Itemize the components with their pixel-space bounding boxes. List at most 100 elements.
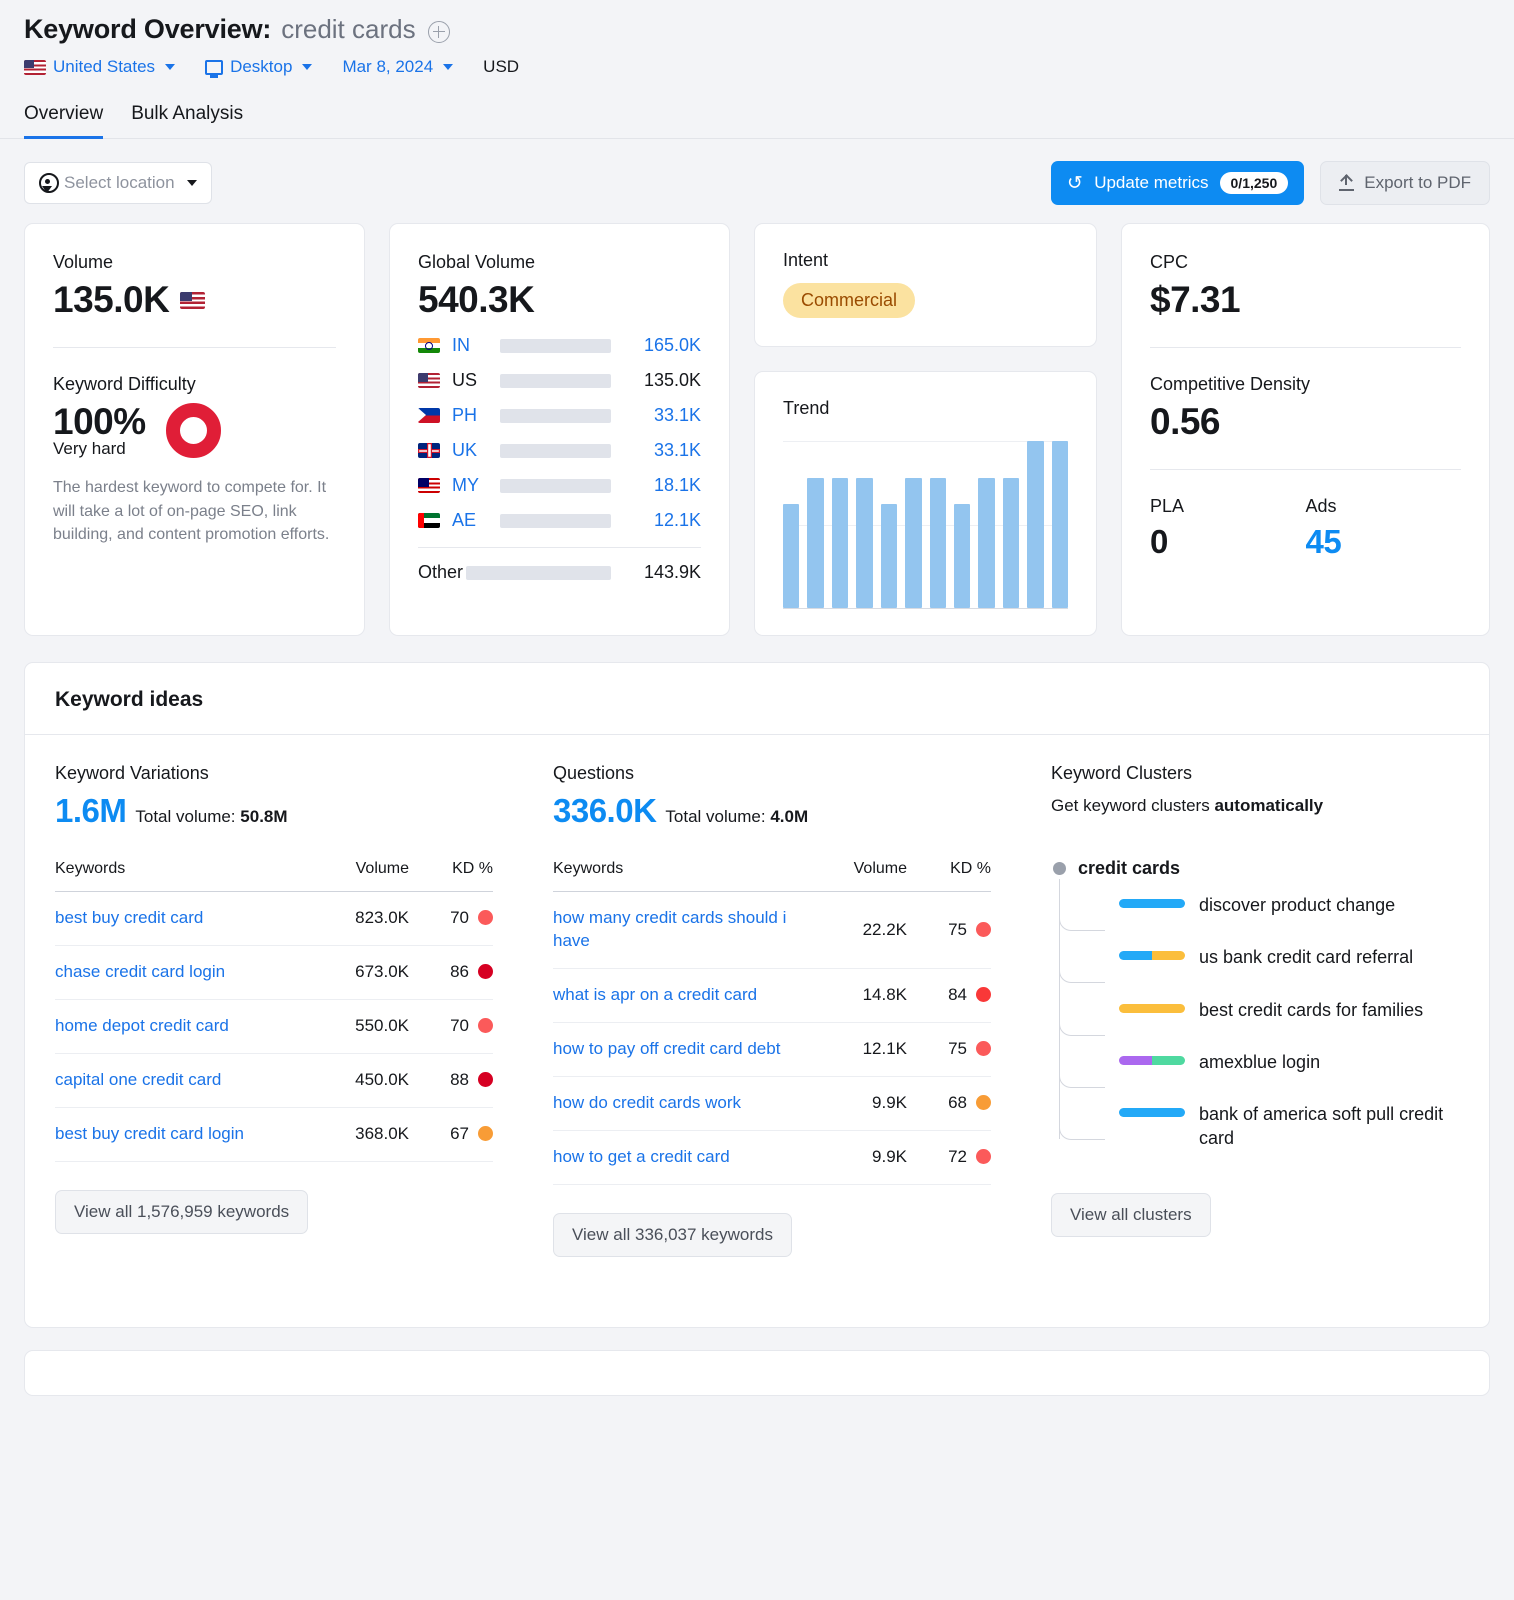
cluster-item[interactable]: us bank credit card referral	[1119, 931, 1459, 983]
keyword-link[interactable]: how to get a credit card	[553, 1147, 730, 1166]
kd-indicator-dot	[478, 910, 493, 925]
country-code: UK	[452, 440, 488, 461]
cluster-label: discover product change	[1199, 893, 1395, 917]
keyword-link[interactable]: capital one credit card	[55, 1070, 221, 1089]
keyword-link[interactable]: best buy credit card	[55, 908, 203, 927]
difficulty-donut-icon	[166, 403, 221, 458]
pla-value: 0	[1150, 523, 1306, 561]
volume-bar-track	[500, 374, 611, 388]
cell-keyword: capital one credit card	[55, 1053, 305, 1107]
cluster-item[interactable]: best credit cards for families	[1119, 984, 1459, 1036]
tab-bar: Overview Bulk Analysis	[24, 103, 1490, 139]
keyword-variations-count-row: 1.6M Total volume: 50.8M	[55, 792, 493, 830]
competitive-density-value: 0.56	[1150, 401, 1461, 443]
volume-label: Volume	[53, 252, 336, 273]
update-metrics-count: 0/1,250	[1220, 172, 1289, 194]
toolbar: Select location ↻ Update metrics 0/1,250…	[0, 139, 1514, 205]
keyword-difficulty-description: The hardest keyword to compete for. It w…	[53, 476, 336, 547]
cell-volume: 823.0K	[305, 892, 409, 946]
plus-circle-icon[interactable]	[428, 21, 450, 43]
keyword-link[interactable]: home depot credit card	[55, 1016, 229, 1035]
date-filter-label: Mar 8, 2024	[342, 57, 433, 77]
country-code: US	[452, 370, 488, 391]
cluster-root-dot-icon	[1053, 862, 1066, 875]
tree-elbow	[1059, 957, 1105, 983]
global-volume-value: 540.3K	[418, 279, 701, 321]
tree-elbow	[1059, 1062, 1105, 1088]
page-title-prefix: Keyword Overview:	[24, 14, 271, 45]
cell-keyword: best buy credit card	[55, 892, 305, 946]
cluster-item[interactable]: amexblue login	[1119, 1036, 1459, 1088]
keyword-ideas-heading: Keyword ideas	[25, 663, 1489, 735]
export-to-pdf-button[interactable]: Export to PDF	[1320, 161, 1490, 205]
cluster-label: best credit cards for families	[1199, 998, 1423, 1022]
column-volume: Volume	[305, 860, 409, 892]
view-all-questions-button[interactable]: View all 336,037 keywords	[553, 1213, 792, 1257]
table-row: how many credit cards should i have22.2K…	[553, 892, 991, 969]
my-flag-icon	[418, 478, 440, 493]
total-volume-value: 4.0M	[770, 807, 808, 826]
keyword-clusters-title: Keyword Clusters	[1051, 763, 1459, 784]
trend-chart	[783, 441, 1068, 609]
questions-section: Questions 336.0K Total volume: 4.0M Keyw…	[523, 735, 1021, 1257]
cell-kd: 88	[409, 1053, 493, 1107]
date-filter[interactable]: Mar 8, 2024	[342, 57, 453, 77]
tab-bulk-analysis[interactable]: Bulk Analysis	[131, 103, 243, 139]
page-title-keyword: credit cards	[281, 14, 415, 45]
tree-elbow	[1059, 905, 1105, 931]
keyword-variations-total: Total volume: 50.8M	[135, 807, 287, 827]
trend-bar	[1052, 441, 1068, 608]
keyword-link[interactable]: best buy credit card login	[55, 1124, 244, 1143]
trend-bars	[783, 441, 1068, 608]
cluster-root-label: credit cards	[1078, 858, 1180, 879]
keyword-link[interactable]: how many credit cards should i have	[553, 908, 786, 950]
update-metrics-button[interactable]: ↻ Update metrics 0/1,250	[1051, 161, 1304, 205]
us-flag-icon	[418, 373, 440, 388]
cluster-item[interactable]: bank of america soft pull credit card	[1119, 1088, 1459, 1165]
chevron-down-icon	[187, 180, 197, 186]
tree-elbow	[1059, 1114, 1105, 1140]
view-all-clusters-button[interactable]: View all clusters	[1051, 1193, 1211, 1237]
volume-bar-track	[500, 339, 611, 353]
cell-keyword: how to pay off credit card debt	[553, 1022, 803, 1076]
kd-indicator-dot	[478, 1018, 493, 1033]
cell-kd: 70	[409, 999, 493, 1053]
cell-keyword: home depot credit card	[55, 999, 305, 1053]
keyword-link[interactable]: chase credit card login	[55, 962, 225, 981]
trend-bar	[807, 478, 823, 608]
global-volume-row: UK 33.1K	[418, 440, 701, 461]
next-section-card	[24, 1350, 1490, 1396]
keyword-link[interactable]: what is apr on a credit card	[553, 985, 757, 1004]
kd-indicator-dot	[976, 1041, 991, 1056]
country-filter[interactable]: United States	[24, 57, 175, 77]
cluster-bar-segment	[1119, 951, 1152, 960]
chevron-down-icon	[302, 64, 312, 70]
select-location-label: Select location	[64, 173, 175, 193]
trend-label: Trend	[783, 398, 1068, 419]
global-volume-row-other: Other 143.9K	[418, 562, 701, 583]
table-header-row: Keywords Volume KD %	[553, 860, 991, 892]
country-code: PH	[452, 405, 488, 426]
country-volume: 33.1K	[623, 440, 701, 461]
cpc-label: CPC	[1150, 252, 1461, 273]
cluster-item[interactable]: discover product change	[1119, 879, 1459, 931]
upload-icon	[1339, 175, 1354, 191]
us-flag-icon	[24, 60, 46, 75]
trend-bar	[881, 504, 897, 608]
country-code: IN	[452, 335, 488, 356]
kd-indicator-dot	[478, 964, 493, 979]
card-divider	[53, 347, 336, 348]
device-filter[interactable]: Desktop	[205, 57, 312, 77]
intent-badge: Commercial	[783, 283, 915, 318]
keyword-variations-count[interactable]: 1.6M	[55, 792, 126, 830]
trend-bar	[978, 478, 994, 608]
questions-count[interactable]: 336.0K	[553, 792, 656, 830]
keyword-link[interactable]: how do credit cards work	[553, 1093, 741, 1112]
ads-value[interactable]: 45	[1306, 523, 1462, 561]
tab-overview[interactable]: Overview	[24, 103, 103, 139]
cell-kd: 75	[907, 892, 991, 969]
select-location-dropdown[interactable]: Select location	[24, 162, 212, 204]
keyword-link[interactable]: how to pay off credit card debt	[553, 1039, 780, 1058]
kd-indicator-dot	[976, 922, 991, 937]
view-all-variations-button[interactable]: View all 1,576,959 keywords	[55, 1190, 308, 1234]
